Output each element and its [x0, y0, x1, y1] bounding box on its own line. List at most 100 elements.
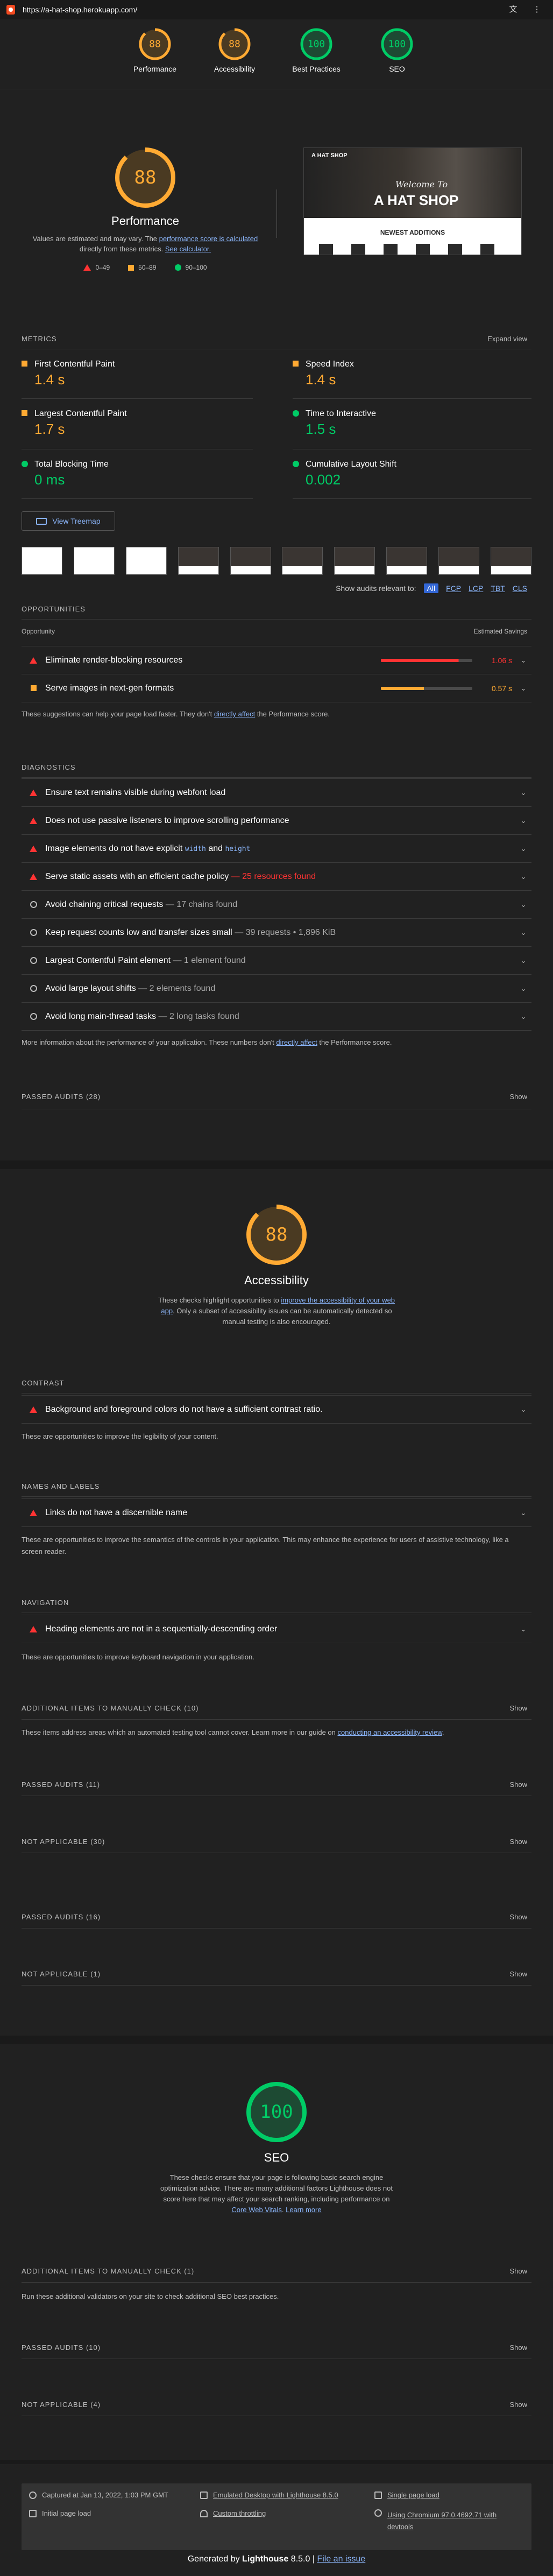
gauge-score: 88 [229, 39, 240, 50]
savings-bar [381, 658, 472, 662]
see-calculator-link[interactable]: See calculator. [165, 245, 211, 253]
chevron-down-icon[interactable]: ⌄ [515, 656, 531, 665]
desc-text: These items address areas which an autom… [22, 1728, 336, 1736]
diagnostics-footer: More information about the performance o… [22, 1037, 531, 1048]
diagnostic-layout-shifts[interactable]: Avoid large layout shifts — 2 elements f… [22, 974, 531, 1002]
summary-gauge-accessibility[interactable]: 88 Accessibility [208, 27, 261, 73]
performance-summary: 88 Performance Values are estimated and … [22, 145, 269, 271]
chevron-down-icon[interactable]: ⌄ [515, 844, 531, 853]
directly-affect-link[interactable]: directly affect [214, 710, 255, 718]
file-issue-link[interactable]: File an issue [317, 2554, 365, 2564]
audit-title: Does not use passive listeners to improv… [45, 815, 289, 825]
filter-tbt[interactable]: TBT [491, 584, 505, 593]
chevron-down-icon[interactable]: ⌄ [515, 900, 531, 909]
audit-title: Ensure text remains visible during webfo… [45, 787, 226, 797]
accessibility-review-link[interactable]: conducting an accessibility review [338, 1728, 442, 1736]
show-toggle[interactable]: Show [509, 1970, 527, 1978]
emulated-text[interactable]: Emulated Desktop with Lighthouse 8.5.0 [213, 2491, 338, 2499]
chevron-down-icon[interactable]: ⌄ [515, 1012, 531, 1021]
core-web-vitals-link[interactable]: Core Web Vitals [231, 2206, 281, 2214]
diagnostic-long-tasks[interactable]: Avoid long main-thread tasks — 2 long ta… [22, 1002, 531, 1030]
chevron-down-icon[interactable]: ⌄ [515, 956, 531, 965]
more-vert-icon[interactable]: ⋮ [530, 3, 543, 16]
summary-gauge-performance[interactable]: 88 Performance [128, 27, 182, 73]
summary-gauge-seo[interactable]: 100 SEO [370, 27, 424, 73]
show-toggle[interactable]: Show [509, 2343, 527, 2352]
screenshot-welcome: Welcome To [395, 179, 448, 189]
bp-not-applicable[interactable]: Not applicable (1) [22, 1970, 101, 1978]
diagnostic-lcp-element[interactable]: Largest Contentful Paint element — 1 ele… [22, 946, 531, 974]
opportunity-next-gen-images[interactable]: Serve images in next-gen formats 0.57 s … [22, 674, 531, 702]
chevron-down-icon[interactable]: ⌄ [515, 1625, 531, 1634]
clock-icon [29, 2491, 37, 2499]
a11y-passed-audits[interactable]: Passed audits (11) [22, 1780, 100, 1789]
opportunity-render-blocking[interactable]: Eliminate render-blocking resources 1.06… [22, 646, 531, 674]
seo-passed-audits[interactable]: Passed audits (10) [22, 2343, 101, 2352]
learn-more-link[interactable]: Learn more [286, 2206, 321, 2214]
seo-description: These checks ensure that your page is fo… [160, 2173, 393, 2214]
divider [22, 1030, 531, 1031]
filter-cls[interactable]: CLS [513, 584, 527, 593]
chevron-down-icon[interactable]: ⌄ [515, 684, 531, 693]
show-toggle[interactable]: Show [509, 2401, 527, 2409]
chevron-down-icon[interactable]: ⌄ [515, 984, 531, 993]
view-treemap-button[interactable]: View Treemap [22, 511, 115, 531]
summary-divider [276, 189, 277, 238]
desc-text: . Only a subset of accessibility issues … [173, 1307, 392, 1326]
fail-triangle-icon [30, 1509, 37, 1516]
seo-manual-checks[interactable]: Additional items to manually check (1) [22, 2267, 194, 2275]
audit-heading-order[interactable]: Heading elements are not in a sequential… [22, 1615, 531, 1643]
savings-value: 0.57 s [491, 684, 512, 693]
diagnostic-passive-listeners[interactable]: Does not use passive listeners to improv… [22, 806, 531, 834]
desktop-icon [200, 2491, 208, 2499]
single-load-text[interactable]: Single page load [387, 2491, 439, 2499]
show-toggle[interactable]: Show [509, 1093, 527, 1101]
filter-all[interactable]: All [423, 583, 439, 593]
show-toggle[interactable]: Show [509, 1780, 527, 1789]
chevron-down-icon[interactable]: ⌄ [515, 872, 531, 881]
diagnostic-cache-policy[interactable]: Serve static assets with an efficient ca… [22, 862, 531, 890]
a11y-manual-checks[interactable]: Additional items to manually check (10) [22, 1704, 198, 1712]
diagnostic-critical-requests[interactable]: Avoid chaining critical requests — 17 ch… [22, 890, 531, 918]
chevron-down-icon[interactable]: ⌄ [515, 1405, 531, 1414]
translate-icon[interactable]: 文 [507, 3, 520, 16]
fail-triangle-icon [83, 264, 91, 271]
address-bar-url[interactable]: https://a-hat-shop.herokuapp.com/ [23, 5, 137, 14]
desc-text: These checks highlight opportunities to [158, 1296, 279, 1304]
accessibility-title: Accessibility [244, 1273, 309, 1287]
chevron-down-icon[interactable]: ⌄ [515, 928, 531, 937]
show-toggle[interactable]: Show [509, 1704, 527, 1712]
show-toggle[interactable]: Show [509, 1913, 527, 1921]
diagnostic-image-dimensions[interactable]: Image elements do not have explicit widt… [22, 834, 531, 862]
show-toggle[interactable]: Show [509, 1838, 527, 1846]
seo-not-applicable[interactable]: Not applicable (4) [22, 2401, 101, 2409]
filmstrip-frame [386, 547, 428, 575]
bp-passed-audits[interactable]: Passed audits (16) [22, 1913, 101, 1921]
metric-name: First Contentful Paint [34, 360, 115, 369]
devtools-text[interactable]: devtools [387, 2523, 413, 2531]
audit-color-contrast[interactable]: Background and foreground colors do not … [22, 1395, 531, 1423]
diagnostic-webfont[interactable]: Ensure text remains visible during webfo… [22, 778, 531, 806]
expand-view-toggle[interactable]: Expand view [487, 335, 527, 343]
directly-affect-link[interactable]: directly affect [276, 1038, 317, 1046]
performance-score-link[interactable]: performance score is calculated [159, 235, 258, 243]
chevron-down-icon[interactable]: ⌄ [515, 817, 531, 825]
chevron-down-icon[interactable]: ⌄ [515, 789, 531, 797]
show-toggle[interactable]: Show [509, 2267, 527, 2275]
filter-fcp[interactable]: FCP [446, 584, 461, 593]
chevron-down-icon[interactable]: ⌄ [515, 1509, 531, 1517]
diagnostic-request-counts[interactable]: Keep request counts low and transfer siz… [22, 918, 531, 946]
throttling-text[interactable]: Custom throttling [213, 2509, 266, 2517]
estimated-savings-column: Estimated Savings [473, 628, 527, 635]
fail-triangle-icon [30, 1625, 37, 1632]
summary-gauge-best-practices[interactable]: 100 Best Practices [289, 27, 343, 73]
info-circle-icon [30, 985, 37, 992]
gauge-svg: 100 [381, 28, 413, 60]
final-screenshot[interactable]: A HAT SHOP Welcome To A HAT SHOP NEWEST … [303, 147, 522, 255]
audit-link-name[interactable]: Links do not have a discernible name ⌄ [22, 1498, 531, 1526]
chromium-text[interactable]: Using Chromium 97.0.4692.71 with [387, 2511, 497, 2519]
filter-lcp[interactable]: LCP [469, 584, 483, 593]
perf-passed-audits[interactable]: Passed audits (28) [22, 1093, 101, 1101]
screenshot-newest: NEWEST ADDITIONS [380, 229, 445, 236]
a11y-not-applicable[interactable]: Not applicable (30) [22, 1838, 105, 1846]
